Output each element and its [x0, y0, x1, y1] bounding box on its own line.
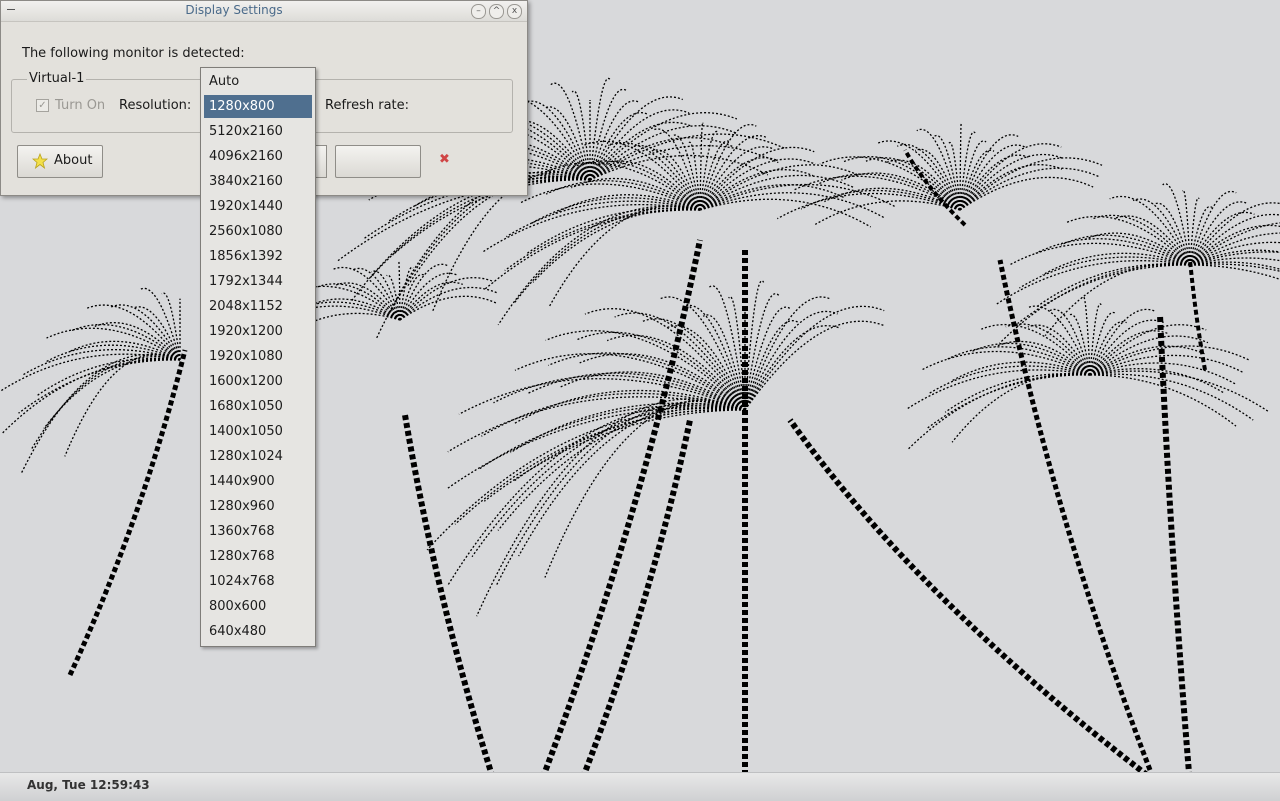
resolution-option[interactable]: 1600x1200	[204, 370, 312, 393]
resolution-option[interactable]: 1360x768	[204, 520, 312, 543]
resolution-option[interactable]: 2560x1080	[204, 220, 312, 243]
taskbar: Aug, Tue 12:59:43	[0, 772, 1280, 801]
resolution-option[interactable]: 3840x2160	[204, 170, 312, 193]
maximize-icon[interactable]: ^	[489, 4, 504, 19]
title-bar[interactable]: Display Settings – ^ x	[1, 1, 527, 22]
star-icon	[32, 153, 48, 169]
close-button-icon: ✖	[439, 152, 450, 167]
resolution-option[interactable]: 1280x768	[204, 545, 312, 568]
about-label: About	[54, 153, 93, 168]
resolution-option[interactable]: 1024x768	[204, 570, 312, 593]
resolution-dropdown-list[interactable]: Auto 1280x800 5120x2160 4096x2160 3840x2160 1…	[200, 67, 316, 647]
resolution-option[interactable]: 2048x1152	[204, 295, 312, 318]
resolution-option[interactable]: 1792x1344	[204, 270, 312, 293]
resolution-option[interactable]: 1280x800	[204, 95, 312, 118]
resolution-option[interactable]: 1856x1392	[204, 245, 312, 268]
resolution-option[interactable]: 1680x1050	[204, 395, 312, 418]
about-button[interactable]: About	[17, 145, 103, 178]
close-button[interactable]	[335, 145, 421, 178]
resolution-option[interactable]: 5120x2160	[204, 120, 312, 143]
window-title: Display Settings	[185, 3, 283, 17]
resolution-option[interactable]: 800x600	[204, 595, 312, 618]
resolution-option[interactable]: Auto	[204, 70, 312, 93]
turn-on-label: Turn On	[55, 98, 106, 113]
resolution-option[interactable]: 1440x900	[204, 470, 312, 493]
turn-on-checkbox[interactable]: ✓	[36, 99, 49, 112]
refresh-rate-label: Refresh rate:	[325, 98, 410, 113]
minimize-icon[interactable]: –	[471, 4, 486, 19]
resolution-option[interactable]: 1280x960	[204, 495, 312, 518]
resolution-label: Resolution:	[119, 98, 192, 113]
resolution-option[interactable]: 1280x1024	[204, 445, 312, 468]
resolution-option[interactable]: 1920x1200	[204, 320, 312, 343]
resolution-option[interactable]: 1920x1080	[204, 345, 312, 368]
taskbar-clock[interactable]: Aug, Tue 12:59:43	[27, 778, 150, 792]
window-close-icon[interactable]: x	[507, 4, 522, 19]
resolution-option[interactable]: 4096x2160	[204, 145, 312, 168]
detected-label: The following monitor is detected:	[22, 46, 245, 61]
monitor-name: Virtual-1	[27, 71, 87, 86]
resolution-option[interactable]: 640x480	[204, 620, 312, 643]
resolution-option[interactable]: 1920x1440	[204, 195, 312, 218]
resolution-option[interactable]: 1400x1050	[204, 420, 312, 443]
